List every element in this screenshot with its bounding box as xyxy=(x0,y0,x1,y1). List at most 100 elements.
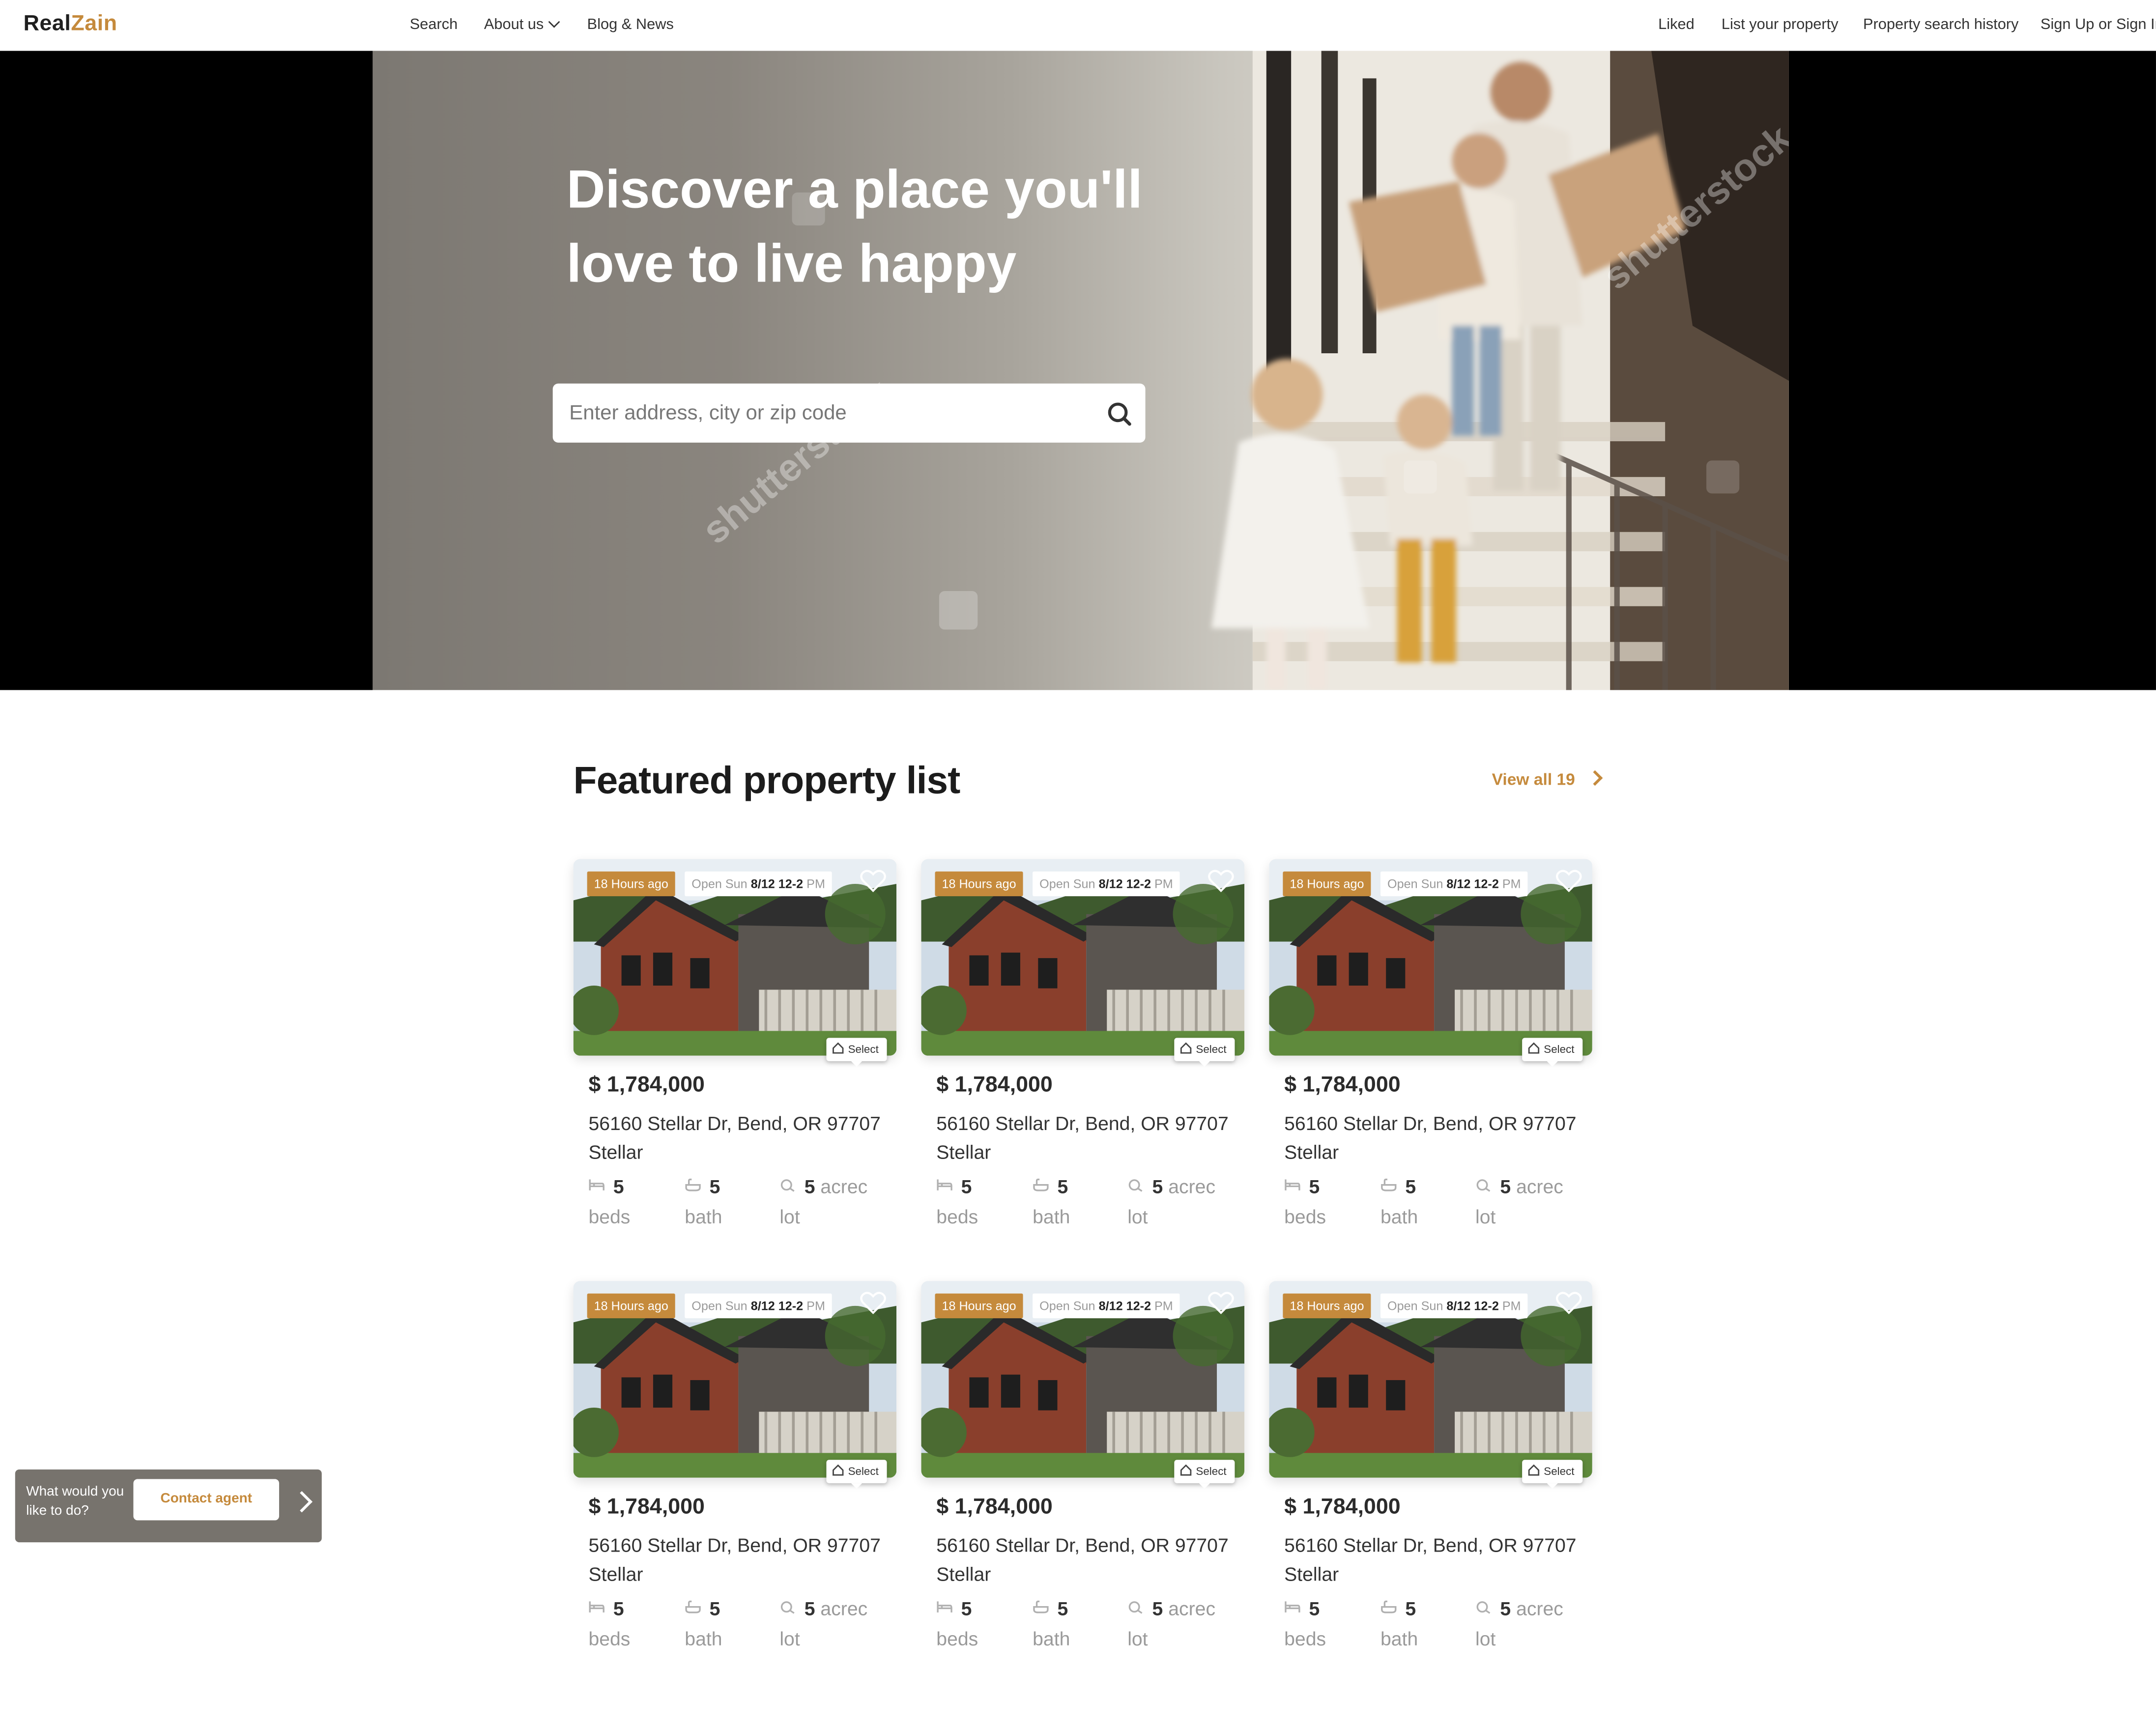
logo-part-real: Real xyxy=(23,12,71,36)
select-button[interactable]: Select xyxy=(1522,1460,1583,1489)
property-image[interactable]: 18 Hours ago Open Sun 8/12 12-2 PM xyxy=(573,859,897,1056)
property-card[interactable]: 18 Hours ago Open Sun 8/12 12-2 PM Select $… xyxy=(921,859,1245,1258)
property-image[interactable]: 18 Hours ago Open Sun 8/12 12-2 PM xyxy=(1269,859,1592,1056)
heart-icon[interactable] xyxy=(1207,869,1235,893)
beds-info: 5 beds xyxy=(936,1594,978,1653)
lot-icon xyxy=(1127,1171,1144,1200)
select-button[interactable]: Select xyxy=(826,1038,887,1067)
lot-info: 5 acrec lot xyxy=(1475,1173,1563,1232)
bath-info: 5 bath xyxy=(1380,1594,1418,1653)
view-all-link[interactable]: View all 19 xyxy=(1492,770,1602,789)
select-label: Select xyxy=(1196,1465,1227,1478)
open-house-date: 8/12 12-2 xyxy=(1446,877,1499,891)
bath-unit: bath xyxy=(1380,1205,1418,1227)
beds-info: 5 beds xyxy=(1284,1594,1326,1653)
nav-search[interactable]: Search xyxy=(410,17,458,33)
chevron-right-icon[interactable] xyxy=(291,1491,313,1513)
heart-icon[interactable] xyxy=(860,869,887,893)
property-image[interactable]: 18 Hours ago Open Sun 8/12 12-2 PM xyxy=(1269,1281,1592,1478)
logo-part-zain: Zain xyxy=(71,12,117,36)
beds-unit: beds xyxy=(588,1205,631,1227)
listing-age-badge: 18 Hours ago xyxy=(935,1293,1023,1319)
lot-unit-acres: acrec xyxy=(1168,1597,1216,1619)
lot-info: 5 acrec lot xyxy=(1475,1594,1563,1653)
bath-info: 5 bath xyxy=(1380,1173,1418,1232)
open-house-suffix: PM xyxy=(806,1299,825,1313)
lot-unit-acres: acrec xyxy=(1516,1597,1563,1619)
select-button[interactable]: Select xyxy=(1174,1460,1235,1489)
bath-count: 5 xyxy=(1405,1597,1416,1619)
home-icon xyxy=(832,1043,848,1056)
bath-icon xyxy=(1380,1593,1397,1622)
bath-icon xyxy=(1033,1171,1049,1200)
hero-photo-family: shutterstock shutterstock xyxy=(694,51,1789,690)
bed-icon xyxy=(936,1171,953,1200)
beds-info: 5 beds xyxy=(588,1173,630,1232)
open-house-badge: Open Sun 8/12 12-2 PM xyxy=(1033,1293,1180,1319)
lot-unit-acres: acrec xyxy=(1516,1175,1563,1197)
property-image[interactable]: 18 Hours ago Open Sun 8/12 12-2 PM xyxy=(921,859,1245,1056)
listing-address: 56160 Stellar Dr, Bend, OR 97707 Stellar xyxy=(1284,1112,1577,1163)
property-card[interactable]: 18 Hours ago Open Sun 8/12 12-2 PM Select $… xyxy=(1269,1281,1592,1680)
bed-icon xyxy=(936,1593,953,1622)
hero-search-box xyxy=(552,383,1146,443)
beds-count: 5 xyxy=(961,1597,972,1619)
beds-unit: beds xyxy=(588,1627,631,1649)
bath-unit: bath xyxy=(685,1627,722,1649)
open-house-date: 8/12 12-2 xyxy=(1098,1299,1151,1313)
lot-size: 5 xyxy=(1152,1175,1163,1197)
property-card[interactable]: 18 Hours ago Open Sun 8/12 12-2 PM Select $… xyxy=(573,859,897,1258)
select-label: Select xyxy=(1196,1043,1227,1056)
open-house-badge: Open Sun 8/12 12-2 PM xyxy=(1033,871,1180,897)
bed-icon xyxy=(588,1593,605,1622)
property-card[interactable]: 18 Hours ago Open Sun 8/12 12-2 PM Select $… xyxy=(921,1281,1245,1680)
lot-icon xyxy=(1475,1171,1492,1200)
bath-count: 5 xyxy=(1405,1175,1416,1197)
listing-price: $ 1,784,000 xyxy=(936,1074,1053,1097)
bath-count: 5 xyxy=(709,1597,720,1619)
home-icon xyxy=(1179,1465,1196,1477)
nav-liked[interactable]: Liked xyxy=(1658,17,1695,33)
open-house-prefix: Open Sun xyxy=(1039,877,1095,891)
lot-icon xyxy=(779,1593,796,1622)
contact-agent-button[interactable]: Contact agent xyxy=(133,1479,279,1521)
listing-price: $ 1,784,000 xyxy=(1284,1496,1401,1519)
lot-size: 5 xyxy=(1500,1597,1511,1619)
open-house-prefix: Open Sun xyxy=(691,877,747,891)
open-house-date: 8/12 12-2 xyxy=(750,1299,804,1313)
address-search-input[interactable] xyxy=(552,383,1109,443)
heart-icon[interactable] xyxy=(1555,869,1582,893)
lot-unit-label: lot xyxy=(779,1205,800,1227)
nav-sign-in[interactable]: Sign Up or Sign In xyxy=(2041,17,2156,33)
select-button[interactable]: Select xyxy=(826,1460,887,1489)
nav-search-history[interactable]: Property search history xyxy=(1863,17,2018,33)
heart-icon[interactable] xyxy=(1555,1291,1582,1315)
lot-info: 5 acrec lot xyxy=(779,1594,867,1653)
search-icon[interactable] xyxy=(1104,398,1135,429)
open-house-date: 8/12 12-2 xyxy=(750,877,804,891)
lot-size: 5 xyxy=(1500,1175,1511,1197)
bath-icon xyxy=(685,1171,701,1200)
lot-icon xyxy=(779,1171,796,1200)
logo[interactable]: RealZain xyxy=(24,12,117,37)
open-house-prefix: Open Sun xyxy=(1387,877,1443,891)
open-house-prefix: Open Sun xyxy=(691,1299,747,1313)
nav-blog-news[interactable]: Blog & News xyxy=(587,17,674,33)
nav-list-property[interactable]: List your property xyxy=(1722,17,1839,33)
nav-about-us[interactable]: About us xyxy=(484,16,561,33)
heart-icon[interactable] xyxy=(1207,1291,1235,1315)
heart-icon[interactable] xyxy=(860,1291,887,1315)
property-image[interactable]: 18 Hours ago Open Sun 8/12 12-2 PM xyxy=(573,1281,897,1478)
bath-icon xyxy=(1033,1593,1049,1622)
bath-unit: bath xyxy=(685,1205,722,1227)
hero-headline-line-2: love to live happy xyxy=(566,235,1017,294)
property-card[interactable]: 18 Hours ago Open Sun 8/12 12-2 PM Select $… xyxy=(1269,859,1592,1258)
lot-info: 5 acrec lot xyxy=(1127,1173,1215,1232)
property-image[interactable]: 18 Hours ago Open Sun 8/12 12-2 PM xyxy=(921,1281,1245,1478)
listing-address: 56160 Stellar Dr, Bend, OR 97707 Stellar xyxy=(936,1534,1229,1585)
top-navigation-bar: RealZain Search About us Blog & News Lik… xyxy=(0,0,2156,53)
home-icon xyxy=(1527,1043,1544,1056)
property-card[interactable]: 18 Hours ago Open Sun 8/12 12-2 PM Select $… xyxy=(573,1281,897,1680)
select-button[interactable]: Select xyxy=(1522,1038,1583,1067)
select-button[interactable]: Select xyxy=(1174,1038,1235,1067)
